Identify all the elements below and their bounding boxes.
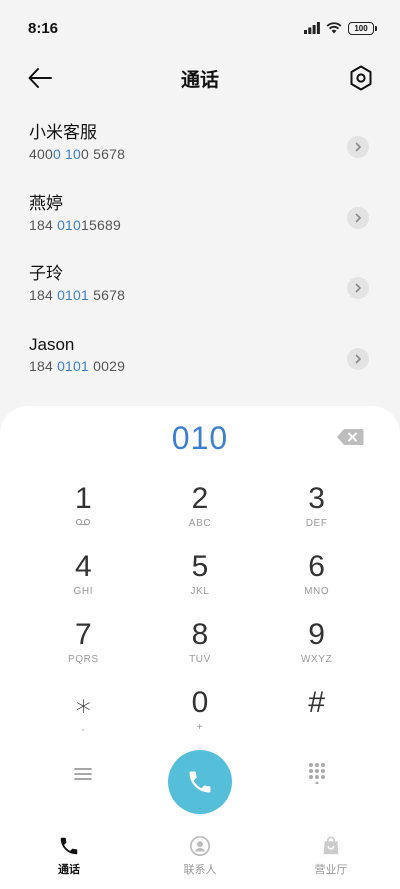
- chevron-right-icon: [355, 283, 362, 293]
- contact-detail-button[interactable]: [347, 277, 369, 299]
- chevron-right-icon: [355, 142, 362, 152]
- key-1[interactable]: 1: [25, 482, 142, 550]
- key-letters: WXYZ: [300, 654, 333, 665]
- key-letters: PQRS: [67, 654, 99, 665]
- call-button[interactable]: [168, 750, 232, 814]
- contact-list: 小米客服 4000 100 5678 燕婷 184 01015689 子玲 18…: [0, 112, 400, 394]
- key-8[interactable]: 8 TUV: [142, 618, 259, 686]
- wifi-icon: [326, 22, 342, 34]
- header: 通话: [0, 56, 400, 100]
- menu-icon[interactable]: [72, 764, 94, 784]
- contact-name: 燕婷: [29, 193, 63, 213]
- key-7[interactable]: 7 PQRS: [25, 618, 142, 686]
- number-part: 400: [29, 146, 53, 162]
- key-6[interactable]: 6 MNO: [258, 550, 375, 618]
- keypad-toggle-icon[interactable]: [307, 762, 327, 784]
- contact-detail-button[interactable]: [347, 206, 369, 229]
- chevron-right-icon: [355, 354, 362, 363]
- key-letters: TUV: [189, 654, 211, 665]
- key-digit: ⁎: [75, 686, 91, 719]
- chevron-right-icon: [355, 213, 362, 222]
- page-title: 通话: [180, 69, 219, 91]
- number-part: 15689: [81, 216, 121, 233]
- key-letters: JKL: [190, 586, 210, 597]
- tab-label: 营业厅: [314, 864, 348, 876]
- key-digit: 7: [74, 618, 92, 651]
- battery-level: 100: [354, 23, 368, 33]
- contact-item[interactable]: 燕婷 184 01015689: [0, 183, 400, 254]
- number-part: 5678: [89, 287, 126, 303]
- number-match: 0101: [57, 287, 90, 303]
- contact-number: 4000 100 5678: [29, 146, 368, 162]
- number-part: 0 5678: [81, 146, 126, 162]
- contact-name: Jason: [29, 334, 75, 354]
- number-part: 184: [29, 287, 58, 303]
- contact-number: 184 0101 0029: [29, 358, 368, 374]
- contact-detail-button[interactable]: [347, 347, 369, 370]
- tab-label: 联系人: [183, 864, 217, 876]
- key-star[interactable]: ⁎ ,: [25, 686, 142, 754]
- contact-item[interactable]: 子玲 184 0101 5678: [0, 253, 400, 324]
- number-part: 184: [29, 216, 58, 233]
- key-2[interactable]: 2 ABC: [142, 482, 259, 550]
- contact-name: 小米客服: [29, 123, 97, 142]
- contact-item[interactable]: Jason 184 0101 0029: [0, 324, 400, 395]
- voicemail-icon: [75, 518, 91, 530]
- number-part: 0029: [89, 357, 126, 374]
- number-match: 010: [57, 216, 82, 233]
- key-letters: MNO: [304, 586, 330, 597]
- tab-calls[interactable]: 通话: [24, 832, 114, 889]
- key-3[interactable]: 3 DEF: [258, 482, 375, 550]
- key-digit: 1: [74, 482, 92, 515]
- key-4[interactable]: 4 GHI: [25, 550, 142, 618]
- backspace-icon[interactable]: [336, 428, 364, 446]
- back-arrow-icon[interactable]: [26, 64, 54, 92]
- key-0[interactable]: 0 +: [142, 686, 259, 754]
- tab-service-hall[interactable]: 营业厅: [286, 832, 376, 889]
- battery-icon: 100: [348, 21, 377, 35]
- key-5[interactable]: 5 JKL: [142, 550, 259, 618]
- tab-label: 通话: [58, 864, 80, 876]
- key-letters: DEF: [305, 518, 328, 529]
- status-icons: 100: [304, 21, 377, 35]
- bottom-tab-bar: 通话 联系人 营业厅: [0, 832, 400, 889]
- keypad: 1 2 ABC 3 DEF 4 GHI 5 JKL 6 MNO 7 PQRS 8…: [25, 482, 375, 754]
- settings-hexagon-icon[interactable]: [348, 64, 374, 92]
- key-digit: 4: [74, 550, 92, 583]
- key-digit: 0: [191, 686, 209, 719]
- status-bar: 8:16 100: [0, 0, 400, 56]
- key-letters: ABC: [188, 518, 212, 529]
- key-letters: GHI: [73, 586, 94, 597]
- number-match: 0101: [57, 357, 90, 374]
- signal-icon: [304, 22, 320, 34]
- key-digit: 3: [308, 482, 325, 515]
- phone-icon: [60, 837, 78, 855]
- bag-icon: [323, 836, 339, 855]
- key-letters: ,: [81, 722, 86, 733]
- key-9[interactable]: 9 WXYZ: [258, 618, 375, 686]
- person-icon: [190, 836, 210, 856]
- number-part: 184: [29, 357, 58, 374]
- contact-item[interactable]: 小米客服 4000 100 5678: [0, 112, 400, 183]
- key-digit: #: [308, 686, 325, 719]
- number-match: 0 10: [52, 146, 82, 162]
- contact-number: 184 0101 5678: [29, 287, 368, 303]
- key-letters: +: [196, 722, 204, 733]
- key-digit: 2: [191, 482, 209, 515]
- key-digit: 8: [191, 618, 209, 651]
- phone-icon: [189, 771, 211, 793]
- contact-number: 184 01015689: [29, 217, 368, 233]
- key-digit: 6: [308, 550, 325, 583]
- key-digit: 9: [308, 618, 325, 651]
- action-row: [0, 750, 400, 816]
- contact-detail-button[interactable]: [347, 136, 369, 158]
- contact-name: 子玲: [29, 264, 63, 283]
- dialpad-panel: 010 1 2 ABC 3 DEF 4 GHI 5 JKL 6 MNO 7 PQ…: [0, 406, 400, 889]
- status-time: 8:16: [28, 19, 59, 37]
- key-hash[interactable]: #: [258, 686, 375, 754]
- tab-contacts[interactable]: 联系人: [155, 832, 245, 889]
- key-digit: 5: [191, 550, 209, 583]
